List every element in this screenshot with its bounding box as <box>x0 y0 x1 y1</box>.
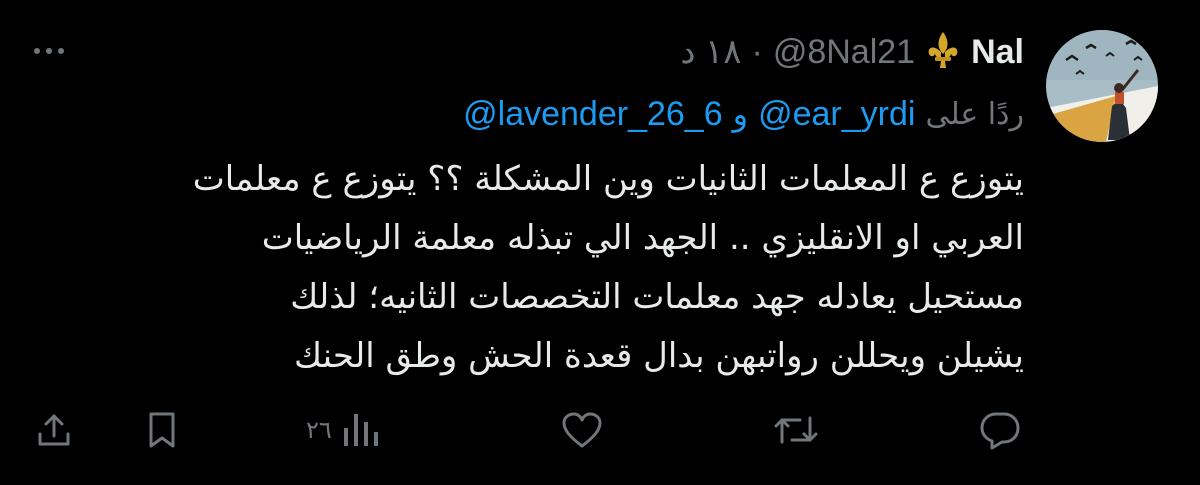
reply-bubble-icon <box>980 412 1020 450</box>
action-bar: ٢٦ <box>0 400 1200 460</box>
more-options-icon[interactable] <box>34 44 70 58</box>
fleur-de-lis-icon <box>925 30 961 74</box>
author-name[interactable]: Nal <box>971 33 1024 72</box>
separator-dot: · <box>751 32 763 71</box>
reply-button[interactable] <box>978 408 1022 452</box>
reply-mention-1[interactable]: @ear_yrdi <box>758 95 915 134</box>
tweet-text-line: يتوزع ع المعلمات الثانيات وين المشكلة ؟؟… <box>192 159 1024 199</box>
tweet-text-line: العربي او الانقليزي .. الجهد الي تبذله م… <box>261 218 1024 258</box>
retweet-button[interactable] <box>772 408 820 452</box>
bar-chart-icon <box>343 414 378 446</box>
avatar-image <box>1046 30 1158 142</box>
bookmark-button[interactable] <box>142 408 182 452</box>
tweet-header: Nal @8Nal21 · ١٨ د <box>680 28 1024 76</box>
retweet-icon <box>774 416 818 444</box>
reply-prefix: ردًا على <box>925 96 1024 132</box>
tweet-text: يتوزع ع المعلمات الثانيات وين المشكلة ؟؟… <box>24 150 1024 386</box>
share-upload-icon <box>38 414 70 446</box>
bookmark-icon <box>149 412 175 448</box>
timestamp[interactable]: ١٨ د <box>680 32 741 72</box>
reply-to-line: ردًا على @ear_yrdi و @lavender_26_6 <box>463 90 1024 138</box>
views-button[interactable]: ٢٦ <box>306 408 384 452</box>
author-handle[interactable]: @8Nal21 <box>773 33 915 72</box>
reply-mention-2[interactable]: @lavender_26_6 <box>463 95 722 134</box>
views-count: ٢٦ <box>306 416 332 444</box>
tweet-text-line: مستحيل يعادله جهد معلمات التخصصات الثاني… <box>290 277 1024 317</box>
share-button[interactable] <box>34 408 74 452</box>
like-button[interactable] <box>560 408 604 452</box>
tweet-text-line: يشيلن ويحللن رواتبهن بدال قعدة الحش وطق … <box>293 336 1024 376</box>
reply-and: و <box>732 95 749 133</box>
heart-icon <box>562 412 602 448</box>
avatar[interactable] <box>1046 30 1158 142</box>
